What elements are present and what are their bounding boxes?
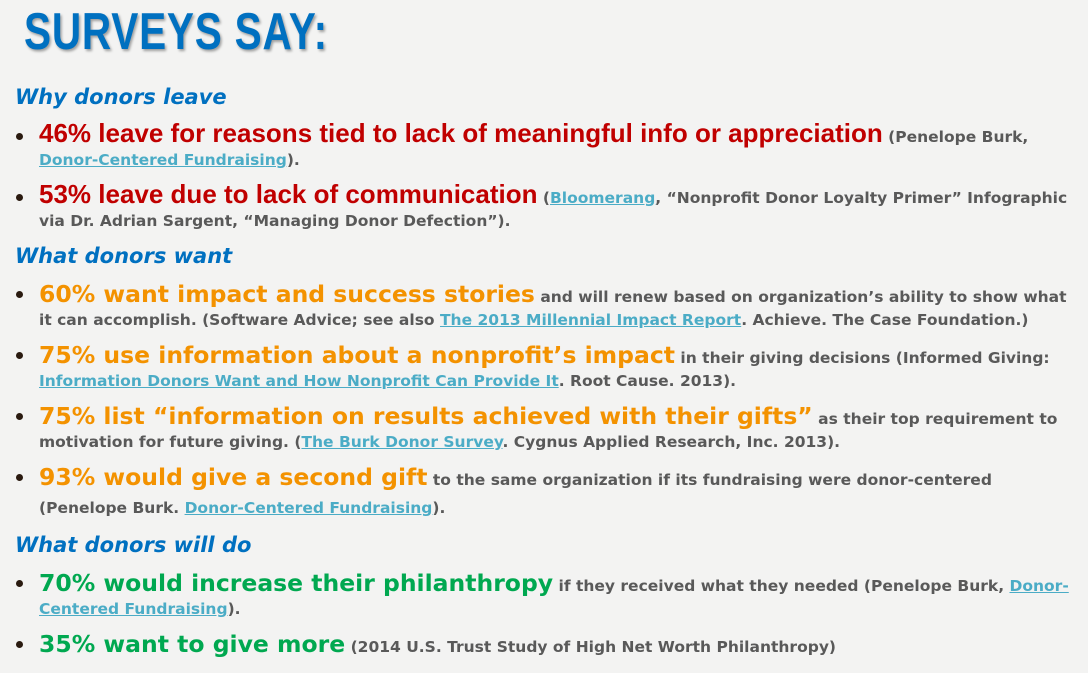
list-item: 75% use information about a nonprofit’s … [16,342,1082,393]
statistic-lead: 75% list “information on results achieve… [39,402,813,430]
bullet-icon [16,641,23,648]
page-title: SURVEYS SAY: [24,3,328,61]
list-item: 46% leave for reasons tied to lack of me… [16,120,1082,172]
bullet-icon [16,194,23,201]
list-item: 70% would increase their philanthropy if… [16,570,1082,621]
statistic-lead: 93% would give a second gift [39,463,428,491]
source-link[interactable]: Bloomerang [550,189,655,207]
citation-text: ( [537,189,550,207]
citation-text: in their giving decisions (Informed Givi… [675,349,1050,367]
statistic-lead: 70% would increase their philanthropy [39,569,554,597]
citation-text-end: . Achieve. The Case Foundation.) [741,311,1029,329]
citation-text: if they received what they needed (Penel… [553,577,1010,595]
statistic-lead: 46% leave for reasons tied to lack of me… [39,118,883,148]
bullet-icon [16,413,23,420]
source-link[interactable]: The 2013 Millennial Impact Report [440,311,741,329]
bullet-icon [16,291,23,298]
citation-text-end: ). [227,600,241,618]
list-item: 35% want to give more (2014 U.S. Trust S… [16,631,1082,659]
statistic-lead: 35% want to give more [39,630,346,658]
citation-text-end: ). [432,499,446,517]
list-item: 93% would give a second gift to the same… [16,464,1082,522]
citation-text: (2014 U.S. Trust Study of High Net Worth… [345,638,837,656]
statistic-lead: 53% leave due to lack of communication [39,179,538,209]
statistic-lead: 75% use information about a nonprofit’s … [39,341,676,369]
list-item: 53% leave due to lack of communication (… [16,181,1082,233]
citation-text: (Penelope Burk, [882,128,1029,146]
bullet-icon [16,580,23,587]
citation-text-end: ). [286,151,300,169]
source-link[interactable]: Donor-Centered Fundraising [39,151,287,169]
bullet-icon [16,474,23,481]
bullet-icon [16,352,23,359]
bullet-icon [16,133,23,140]
citation-text-end: . Root Cause. 2013). [558,372,737,390]
list-item: 75% list “information on results achieve… [16,403,1082,454]
source-link[interactable]: Donor-Centered Fundraising [185,499,433,517]
source-link[interactable]: The Burk Donor Survey [301,433,502,451]
section-heading-what-donors-want: What donors want [15,244,233,268]
statistic-lead: 60% want impact and success stories [39,280,535,308]
list-item: 60% want impact and success stories and … [16,281,1082,332]
section-heading-why-donors-leave: Why donors leave [15,85,227,109]
citation-text-end: . Cygnus Applied Research, Inc. 2013). [502,433,841,451]
section-heading-what-donors-will-do: What donors will do [15,533,252,557]
source-link[interactable]: Information Donors Want and How Nonprofi… [39,372,559,390]
